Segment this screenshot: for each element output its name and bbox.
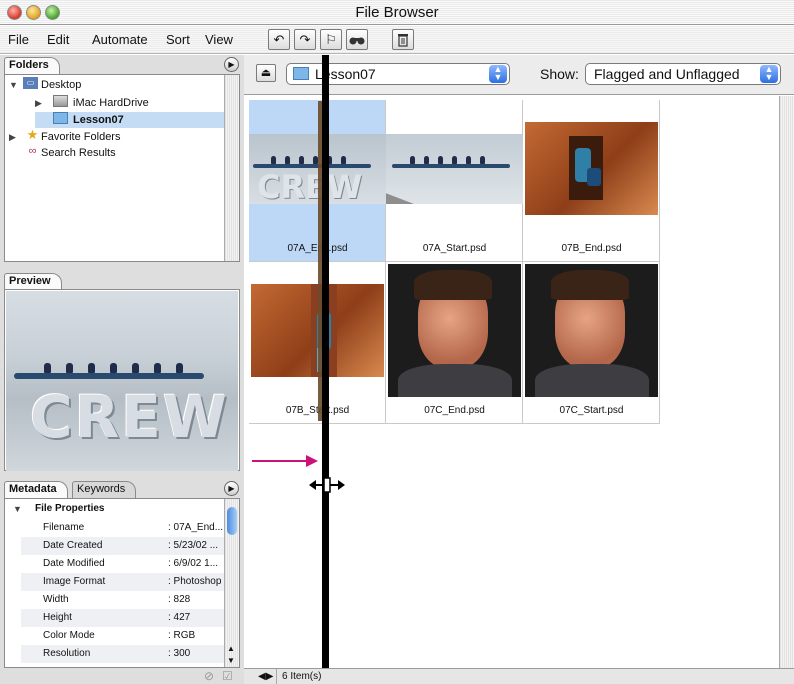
thumbnail-filename: 07C_Start.psd	[559, 405, 624, 416]
folders-tree: ▼ ▭ Desktop ▶ iMac HardDrive Lesson07 ▶ …	[4, 74, 240, 262]
folder-icon	[293, 67, 309, 80]
boat-shape	[14, 373, 204, 379]
thumbnail-image	[525, 122, 658, 215]
binoculars-icon: ∞	[28, 145, 37, 157]
resize-cursor-icon	[309, 477, 345, 493]
rower-shape	[110, 363, 117, 373]
trash-icon	[398, 34, 408, 47]
grid-scrollbar[interactable]	[779, 96, 794, 668]
rower-shape	[132, 363, 139, 373]
pane-divider[interactable]	[322, 55, 329, 684]
menu-view[interactable]: View	[205, 32, 233, 47]
tree-item-desktop[interactable]: ▼ ▭ Desktop	[5, 77, 225, 93]
rower-shape	[66, 363, 73, 373]
menu-sort[interactable]: Sort	[166, 32, 190, 47]
status-bar: ◀▶ 6 Item(s)	[244, 668, 794, 684]
metadata-row: Date Modified : 6/9/02 1...	[43, 558, 219, 569]
folders-menu-button[interactable]: ▶	[224, 57, 239, 72]
harddrive-icon	[53, 95, 68, 107]
metadata-row: Width : 828	[43, 594, 191, 605]
rotate-right-button[interactable]: ↷	[294, 29, 316, 50]
metadata-row: Date Created : 5/23/02 ...	[21, 537, 226, 555]
folder-up-icon: ⏏	[260, 67, 272, 79]
menu-automate[interactable]: Automate	[92, 32, 148, 47]
triangle-right-icon: ▶	[228, 60, 235, 69]
metadata-row: Filename : 07A_End...	[43, 522, 224, 533]
menu-file[interactable]: File	[8, 32, 29, 47]
rotate-left-button[interactable]: ↶	[268, 29, 290, 50]
up-folder-button[interactable]: ⏏	[256, 64, 276, 82]
tree-item-harddrive[interactable]: ▶ iMac HardDrive	[5, 95, 225, 111]
popup-arrows-icon: ▲ ▼	[489, 65, 507, 83]
thumbnail-filename: 07C_End.psd	[424, 405, 485, 416]
rower-shape	[154, 363, 161, 373]
search-button[interactable]	[346, 29, 368, 50]
scroll-thumb[interactable]	[227, 507, 237, 535]
desktop-icon: ▭	[23, 77, 38, 89]
rower-shape	[44, 363, 51, 373]
thumbnail-image	[525, 264, 658, 397]
thumbnail-item[interactable]: 07A_Start.psd	[386, 100, 523, 262]
tab-folders[interactable]: Folders	[4, 57, 60, 74]
metadata-row: Resolution : 300	[21, 645, 226, 663]
title-bar: File Browser	[0, 0, 794, 25]
toggle-panes-icon[interactable]: ◀▶	[258, 669, 273, 684]
disclosure-closed-icon: ▶	[35, 98, 42, 108]
triangle-right-icon: ▶	[228, 484, 235, 493]
left-panels: Folders ▶ ▼ ▭ Desktop ▶ iMac HardDrive L…	[0, 55, 244, 684]
menu-edit[interactable]: Edit	[47, 32, 69, 47]
tree-item-favorites[interactable]: ▶ ★ Favorite Folders	[5, 127, 225, 145]
rotate-right-icon: ↷	[299, 32, 311, 47]
rank-icon[interactable]: ⊘	[204, 669, 214, 683]
delete-button[interactable]	[392, 29, 414, 50]
thumbnail-image	[386, 134, 523, 204]
binoculars-icon	[349, 37, 365, 45]
metadata-scrollbar[interactable]: ▲ ▼	[224, 499, 239, 667]
rower-shape	[176, 363, 183, 373]
check-icon[interactable]: ☑	[222, 669, 233, 683]
thumbnail-filename: 07A_Start.psd	[422, 243, 487, 254]
popup-arrows-icon: ▲ ▼	[760, 65, 778, 83]
metadata-row: Image Format : Photoshop	[21, 573, 226, 591]
menu-bar: File Edit Automate Sort View ↶ ↷ ⚐	[0, 26, 794, 54]
tree-item-search-results[interactable]: ∞ Search Results	[5, 145, 225, 161]
scroll-up-icon[interactable]: ▲	[227, 644, 235, 653]
scroll-down-icon[interactable]: ▼	[227, 656, 235, 665]
pointer-arrow-icon	[252, 455, 318, 467]
item-count: 6 Item(s)	[282, 671, 322, 682]
disclosure-open-icon: ▼	[9, 80, 18, 90]
disclosure-closed-icon: ▶	[9, 132, 16, 142]
tab-keywords[interactable]: Keywords	[72, 481, 137, 498]
file-properties-header[interactable]: ▼ File Properties	[5, 501, 225, 517]
crew-title-text: CREW	[30, 383, 229, 451]
thumbnail-image	[388, 264, 521, 397]
folder-location-popup[interactable]: Lesson07 ▲ ▼	[286, 63, 510, 85]
rower-shape	[88, 363, 95, 373]
flag-icon: ⚐	[325, 32, 337, 47]
metadata-row: Height : 427	[21, 609, 226, 627]
metadata-panel: ▼ File Properties Filename : 07A_End... …	[4, 498, 240, 668]
thumbnail-item[interactable]: 07C_End.psd	[386, 262, 523, 424]
metadata-menu-button[interactable]: ▶	[224, 481, 239, 496]
metadata-row: Color Mode : RGB	[43, 630, 196, 641]
window-title: File Browser	[355, 4, 439, 21]
preview-image: CREW	[6, 291, 238, 471]
thumbnail-grid: CREW 07A_End.psd 07A_Start.psd 07B_End.p…	[249, 100, 787, 670]
flag-button[interactable]: ⚐	[320, 29, 342, 50]
folder-icon	[53, 112, 68, 124]
thumbnail-item[interactable]: 07C_Start.psd	[523, 262, 660, 424]
tab-preview[interactable]: Preview	[4, 273, 62, 290]
tree-item-lesson07[interactable]: Lesson07	[35, 112, 225, 128]
folders-scrollbar[interactable]	[224, 75, 239, 261]
show-filter-popup[interactable]: Flagged and Unflagged ▲ ▼	[585, 63, 781, 85]
disclosure-open-icon: ▼	[13, 504, 22, 514]
thumbnail-filename: 07B_End.psd	[561, 243, 622, 254]
star-icon: ★	[26, 127, 39, 142]
rotate-left-icon: ↶	[273, 32, 285, 47]
thumbnail-item[interactable]: 07B_End.psd	[523, 100, 660, 262]
crew-thumb-text: CREW	[257, 168, 363, 204]
tab-metadata[interactable]: Metadata	[4, 481, 68, 498]
show-label: Show:	[540, 66, 579, 82]
